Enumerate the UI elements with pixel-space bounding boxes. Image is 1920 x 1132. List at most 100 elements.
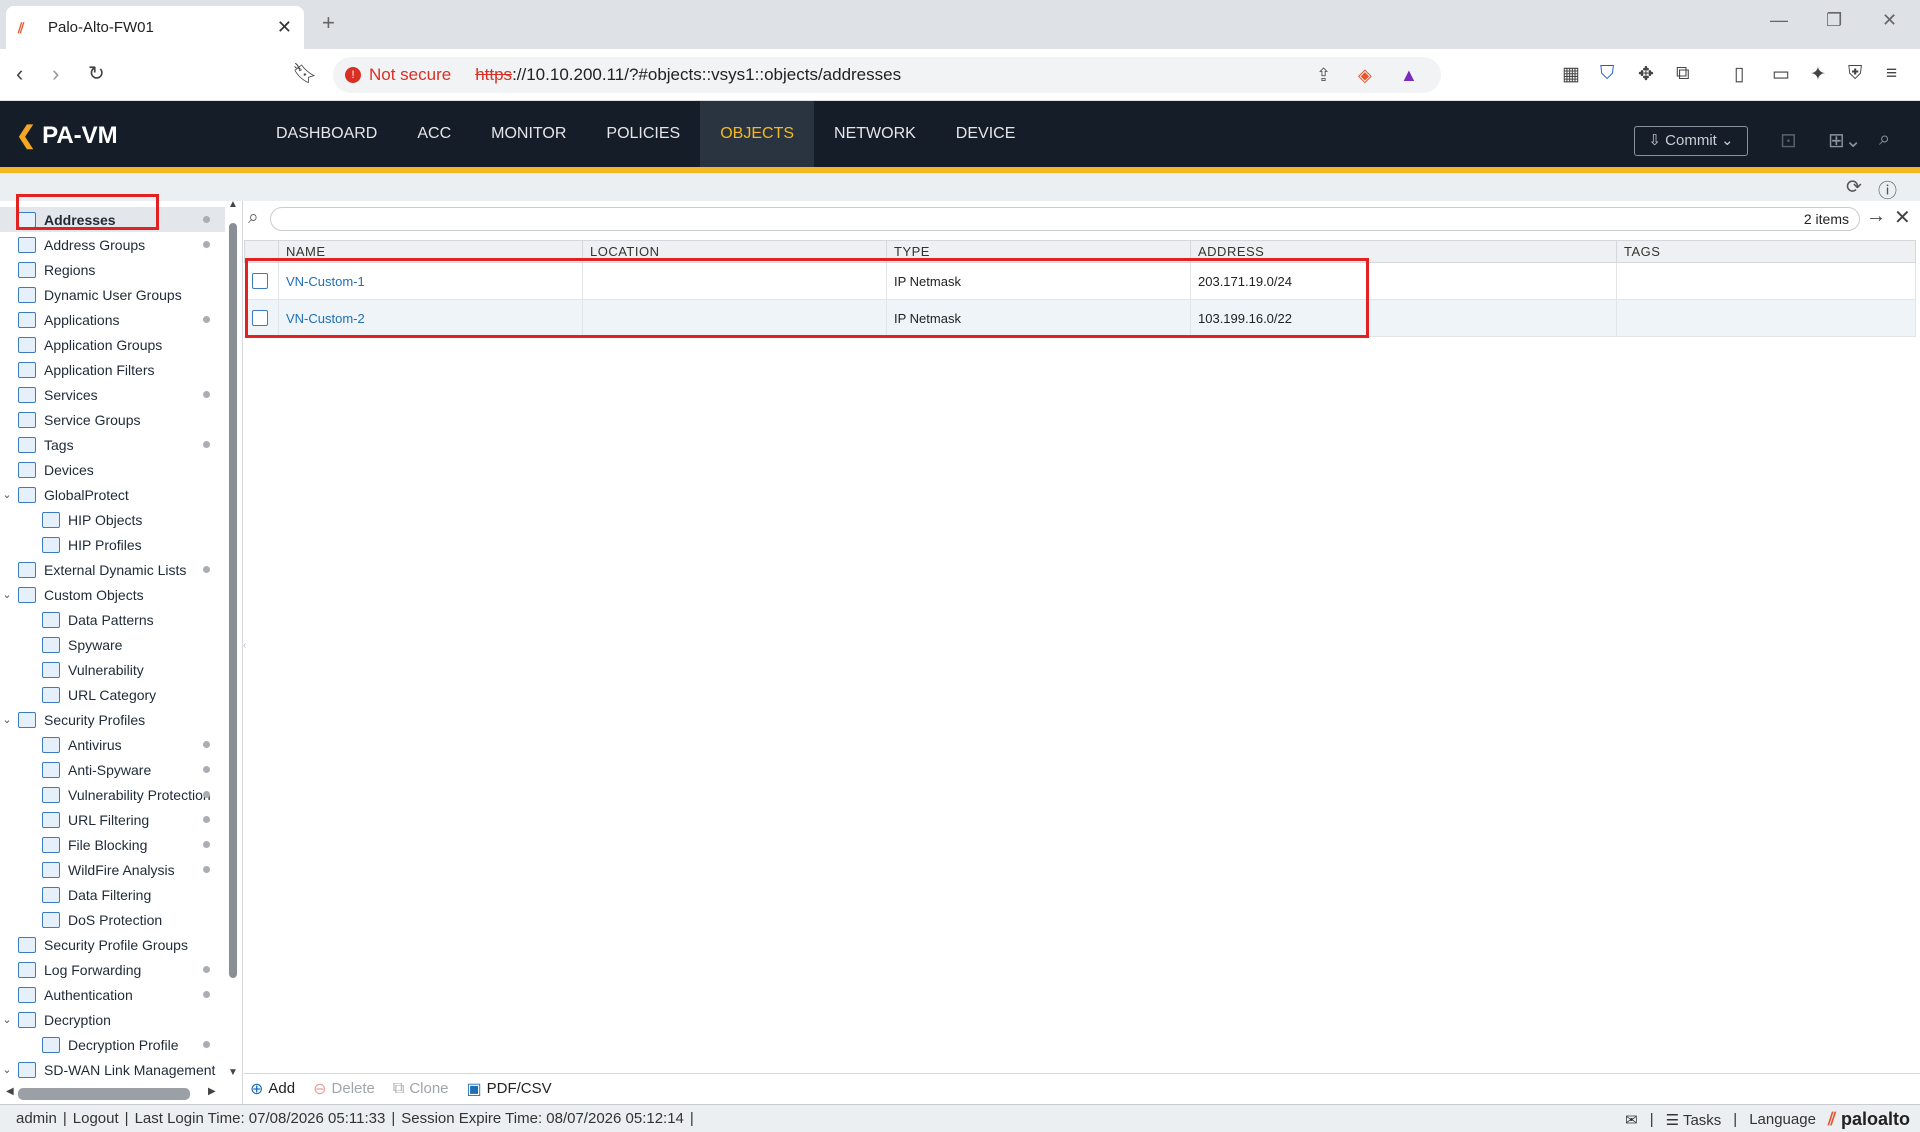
shared-indicator-dot	[203, 866, 210, 873]
search-icon[interactable]: ⌕	[1879, 128, 1890, 151]
shared-indicator-dot	[203, 316, 210, 323]
clear-filter-icon[interactable]: ✕	[1894, 205, 1911, 230]
minimize-icon[interactable]: —	[1770, 10, 1788, 31]
filter-input[interactable]: 2 items	[270, 207, 1860, 231]
extensions-icon[interactable]: ✥	[1638, 63, 1654, 86]
restore-icon[interactable]: ❐	[1826, 10, 1842, 31]
sidebar-item-url-filtering[interactable]: URL Filtering	[0, 807, 225, 832]
password-manager-icon[interactable]: ⛉	[1600, 63, 1614, 85]
sidebar-item-application-groups[interactable]: Application Groups	[0, 332, 225, 357]
sidebar-item-globalprotect[interactable]: ⌄ GlobalProtect	[0, 482, 225, 507]
qr-code-icon[interactable]: ▦	[1562, 63, 1580, 86]
sidebar-item-vulnerability[interactable]: Vulnerability	[0, 657, 225, 682]
sidebar-item-decryption[interactable]: ⌄ Decryption	[0, 1007, 225, 1032]
nav-device[interactable]: DEVICE	[936, 101, 1036, 167]
url-bar[interactable]: ! Not secure https ://10.10.200.11/?#obj…	[333, 57, 1441, 93]
sidebar-item-security-profile-groups[interactable]: Security Profile Groups	[0, 932, 225, 957]
sidebar-item-hip-profiles[interactable]: HIP Profiles	[0, 532, 225, 557]
expand-chevron-icon[interactable]: ⌄	[0, 488, 14, 501]
sidebar-item-vulnerability-protection[interactable]: Vulnerability Protection	[0, 782, 225, 807]
nav-dashboard[interactable]: DASHBOARD	[256, 101, 397, 167]
sidebar-item-data-filtering[interactable]: Data Filtering	[0, 882, 225, 907]
add-button[interactable]: ⊕ Add	[250, 1079, 295, 1099]
sidebar-item-custom-objects[interactable]: ⌄ Custom Objects	[0, 582, 225, 607]
sidebar-toggle-icon[interactable]: ▯	[1734, 63, 1744, 86]
sidebar-item-antivirus[interactable]: Antivirus	[0, 732, 225, 757]
sidebar-item-sd-wan-link-management[interactable]: ⌄ SD-WAN Link Management	[0, 1057, 225, 1082]
logout-link[interactable]: Logout	[73, 1110, 119, 1127]
sidebar-item-regions[interactable]: Regions	[0, 257, 225, 282]
sidebar-item-address-groups[interactable]: Address Groups	[0, 232, 225, 257]
screenshot-icon[interactable]: ⧉	[1676, 63, 1690, 85]
sidebar-item-data-patterns[interactable]: Data Patterns	[0, 607, 225, 632]
close-window-icon[interactable]: ✕	[1882, 10, 1897, 31]
reload-icon[interactable]: ↻	[88, 61, 105, 86]
sidebar-item-dynamic-user-groups[interactable]: Dynamic User Groups	[0, 282, 225, 307]
sidebar-item-service-groups[interactable]: Service Groups	[0, 407, 225, 432]
clone-button[interactable]: ⧉ Clone	[393, 1080, 449, 1098]
pdf-csv-button[interactable]: ▣ PDF/CSV	[467, 1079, 552, 1099]
lock-config-icon[interactable]: ⊡	[1780, 128, 1797, 153]
help-icon[interactable]: ⓘ	[1878, 176, 1897, 203]
apply-filter-icon[interactable]: →	[1866, 205, 1886, 228]
sidebar-item-log-forwarding[interactable]: Log Forwarding	[0, 957, 225, 982]
sidebar-item-applications[interactable]: Applications	[0, 307, 225, 332]
sidebar-item-spyware[interactable]: Spyware	[0, 632, 225, 657]
expand-chevron-icon[interactable]: ⌄	[0, 588, 14, 601]
col-tags[interactable]: TAGS	[1616, 240, 1916, 263]
sidebar-item-devices[interactable]: Devices	[0, 457, 225, 482]
wallet-icon[interactable]: ▭	[1772, 63, 1790, 86]
sidebar-item-url-category[interactable]: URL Category	[0, 682, 225, 707]
scroll-down-icon[interactable]: ▼	[228, 1067, 238, 1078]
sidebar-item-tags[interactable]: Tags	[0, 432, 225, 457]
brave-shield-icon[interactable]: ◈	[1358, 65, 1372, 86]
tasks-link[interactable]: ☰ Tasks	[1666, 1111, 1722, 1129]
scroll-up-icon[interactable]: ▲	[228, 199, 238, 210]
new-tab-icon[interactable]: +	[322, 10, 335, 36]
sidebar-hscroll-thumb[interactable]	[18, 1088, 190, 1100]
language-link[interactable]: Language	[1749, 1111, 1816, 1128]
scroll-thumb[interactable]	[229, 223, 237, 978]
sidebar-item-wildfire-analysis[interactable]: WildFire Analysis	[0, 857, 225, 882]
sidebar-item-decryption-profile[interactable]: Decryption Profile	[0, 1032, 225, 1057]
scroll-right-icon[interactable]: ▶	[208, 1086, 216, 1097]
sidebar-item-label: Vulnerability Protection	[68, 786, 211, 803]
sidebar-item-external-dynamic-lists[interactable]: External Dynamic Lists	[0, 557, 225, 582]
vpn-icon[interactable]: ⛨	[1848, 63, 1862, 85]
sidebar-item-dos-protection[interactable]: DoS Protection	[0, 907, 225, 932]
sidebar-item-services[interactable]: Services	[0, 382, 225, 407]
sidebar-item-anti-spyware[interactable]: Anti-Spyware	[0, 757, 225, 782]
config-ops-icon[interactable]: ⊞⌄	[1828, 128, 1862, 153]
leo-ai-icon[interactable]: ✦	[1810, 63, 1826, 86]
menu-icon[interactable]: ≡	[1886, 63, 1897, 85]
scroll-left-icon[interactable]: ◀	[6, 1086, 14, 1097]
object-type-icon	[18, 361, 36, 378]
sidebar-item-file-blocking[interactable]: File Blocking	[0, 832, 225, 857]
expand-chevron-icon[interactable]: ⌄	[0, 713, 14, 726]
sidebar-scrollbar[interactable]: ▲ ▼	[228, 199, 238, 1104]
bookmark-icon[interactable]: 🔖︎	[292, 61, 317, 86]
nav-acc[interactable]: ACC	[397, 101, 471, 167]
logo-mark-icon: ❮	[16, 122, 37, 149]
commit-button[interactable]: ⇩ Commit ⌄	[1634, 126, 1748, 156]
nav-objects[interactable]: OBJECTS	[700, 101, 815, 167]
mail-icon[interactable]: ✉	[1625, 1111, 1638, 1129]
nav-network[interactable]: NETWORK	[814, 101, 936, 167]
nav-policies[interactable]: POLICIES	[586, 101, 700, 167]
close-tab-icon[interactable]: ✕	[277, 17, 292, 38]
sidebar-item-hip-objects[interactable]: HIP Objects	[0, 507, 225, 532]
rewards-icon[interactable]: ▲	[1400, 65, 1418, 86]
expand-chevron-icon[interactable]: ⌄	[0, 1063, 14, 1076]
nav-monitor[interactable]: MONITOR	[471, 101, 586, 167]
sidebar-item-authentication[interactable]: Authentication	[0, 982, 225, 1007]
sidebar-item-security-profiles[interactable]: ⌄ Security Profiles	[0, 707, 225, 732]
refresh-icon[interactable]: ⟳	[1846, 176, 1862, 199]
delete-button[interactable]: ⊖ Delete	[313, 1079, 375, 1099]
forward-icon[interactable]: ›	[52, 61, 59, 87]
sidebar-item-application-filters[interactable]: Application Filters	[0, 357, 225, 382]
panel-collapse-icon[interactable]: ‹	[243, 640, 246, 651]
back-icon[interactable]: ‹	[16, 61, 23, 87]
expand-chevron-icon[interactable]: ⌄	[0, 1013, 14, 1026]
browser-tab[interactable]: ⫽ Palo-Alto-FW01 ✕	[6, 6, 304, 49]
share-icon[interactable]: ⇪	[1316, 65, 1331, 86]
